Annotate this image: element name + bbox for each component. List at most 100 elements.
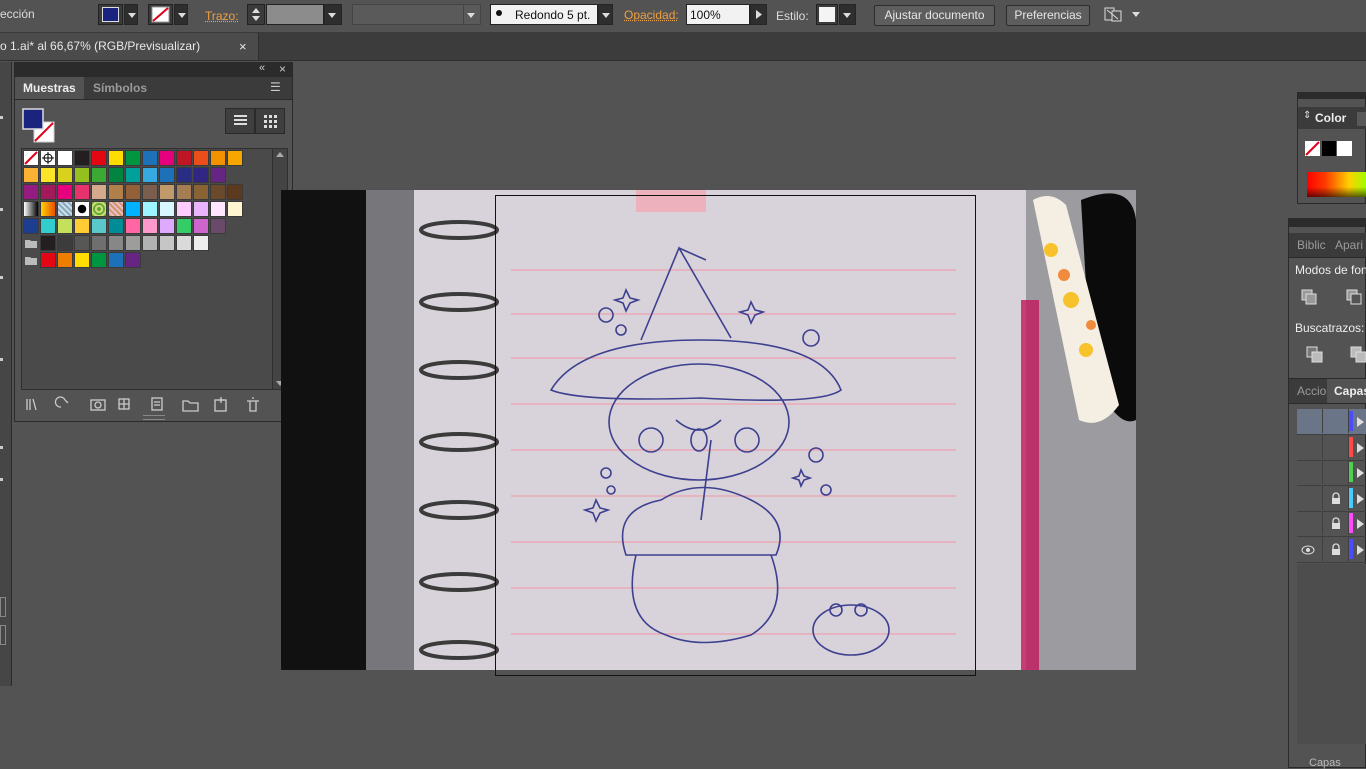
lock-toggle[interactable] <box>1323 460 1349 484</box>
swatch[interactable] <box>57 150 73 166</box>
swatch[interactable] <box>142 167 158 183</box>
swatch[interactable] <box>125 167 141 183</box>
swatch[interactable] <box>210 201 226 217</box>
swatch[interactable] <box>142 201 158 217</box>
layer-row[interactable] <box>1297 486 1366 512</box>
swatch[interactable] <box>125 201 141 217</box>
graphic-style-dropdown[interactable] <box>839 4 856 25</box>
lock-icon[interactable] <box>1331 517 1341 532</box>
variable-width-profile[interactable] <box>352 4 465 25</box>
divide-icon[interactable] <box>1306 346 1326 367</box>
swatch[interactable] <box>142 218 158 234</box>
swatch[interactable] <box>91 184 107 200</box>
swatch[interactable] <box>23 218 39 234</box>
layer-row[interactable] <box>1297 511 1366 537</box>
swatch[interactable] <box>91 167 107 183</box>
tab-swatches[interactable]: Muestras <box>15 77 84 99</box>
swatch-pattern-4[interactable] <box>108 201 124 217</box>
swatch[interactable] <box>193 235 209 251</box>
swatch[interactable] <box>108 150 124 166</box>
expand-triangle-icon[interactable] <box>1357 493 1365 507</box>
swatch[interactable] <box>210 150 226 166</box>
swatch[interactable] <box>108 252 124 268</box>
swatch[interactable] <box>227 150 243 166</box>
swatch[interactable] <box>125 150 141 166</box>
color-spectrum[interactable] <box>1307 172 1366 197</box>
swatch[interactable] <box>142 184 158 200</box>
tab-appearance[interactable]: Apari <box>1335 238 1363 252</box>
visibility-toggle[interactable] <box>1297 537 1323 561</box>
swatch[interactable] <box>108 218 124 234</box>
swatch[interactable] <box>142 150 158 166</box>
swatch[interactable] <box>125 184 141 200</box>
fill-stroke-indicator[interactable] <box>22 108 58 144</box>
swatch[interactable] <box>159 150 175 166</box>
lock-icon[interactable] <box>1331 543 1341 558</box>
swatch-none[interactable] <box>23 150 39 166</box>
swatch[interactable] <box>74 150 90 166</box>
brush-dropdown[interactable] <box>598 4 613 25</box>
swatch[interactable] <box>176 150 192 166</box>
expand-triangle-icon[interactable] <box>1357 416 1365 430</box>
swatch[interactable] <box>57 184 73 200</box>
swatch[interactable] <box>108 184 124 200</box>
swatch[interactable] <box>40 235 56 251</box>
swatch[interactable] <box>57 235 73 251</box>
swatch[interactable] <box>91 235 107 251</box>
swatch[interactable] <box>57 167 73 183</box>
collapse-icon[interactable]: « <box>259 62 265 74</box>
trim-icon[interactable] <box>1350 346 1366 367</box>
stroke-swatch[interactable] <box>148 4 173 25</box>
lock-toggle[interactable] <box>1323 435 1349 459</box>
swatch[interactable] <box>176 235 192 251</box>
lock-toggle[interactable] <box>1323 537 1349 561</box>
swatch[interactable] <box>142 235 158 251</box>
visibility-toggle[interactable] <box>1297 460 1323 484</box>
swatch[interactable] <box>91 150 107 166</box>
visibility-toggle[interactable] <box>1297 511 1323 535</box>
swatch[interactable] <box>193 218 209 234</box>
swatch[interactable] <box>176 201 192 217</box>
panel-expand-icon[interactable]: ⇕ <box>1303 110 1311 121</box>
swatch-registration[interactable] <box>40 150 56 166</box>
opacity-field[interactable]: 100% <box>686 4 750 25</box>
preferences-button[interactable]: Preferencias <box>1006 5 1090 26</box>
swatch[interactable] <box>57 218 73 234</box>
swatch[interactable] <box>176 184 192 200</box>
swatch[interactable] <box>108 235 124 251</box>
color-swatches-row[interactable] <box>1305 141 1365 160</box>
stroke-weight-dropdown[interactable] <box>324 4 342 25</box>
swatch[interactable] <box>91 218 107 234</box>
swatch[interactable] <box>176 218 192 234</box>
expand-triangle-icon[interactable] <box>1357 467 1365 481</box>
arrange-documents-icon[interactable] <box>1104 6 1144 27</box>
lock-toggle[interactable] <box>1323 511 1349 535</box>
swatch-pattern-1[interactable] <box>57 201 73 217</box>
fill-swatch[interactable] <box>98 4 123 25</box>
layer-row[interactable] <box>1297 409 1366 435</box>
tab-libraries[interactable]: Biblic <box>1297 238 1326 252</box>
brush-definition[interactable]: Redondo 5 pt. <box>490 4 598 25</box>
tab-layers[interactable]: Capas <box>1334 384 1366 398</box>
graphic-style-swatch[interactable] <box>816 4 838 25</box>
close-icon[interactable]: × <box>239 33 247 60</box>
swatch[interactable] <box>40 218 56 234</box>
swatch[interactable] <box>159 201 175 217</box>
swatch[interactable] <box>40 252 56 268</box>
color-panel-title[interactable]: Color <box>1315 111 1346 125</box>
minus-front-icon[interactable] <box>1346 289 1364 308</box>
expand-triangle-icon[interactable] <box>1357 442 1365 456</box>
resize-grip[interactable] <box>143 415 165 420</box>
layer-row[interactable] <box>1297 460 1366 486</box>
swatch[interactable] <box>227 201 243 217</box>
swatch[interactable] <box>176 167 192 183</box>
visibility-toggle[interactable] <box>1297 435 1323 459</box>
swatch[interactable] <box>74 218 90 234</box>
lock-icon[interactable] <box>1331 492 1341 507</box>
swatch[interactable] <box>193 201 209 217</box>
stroke-dropdown[interactable] <box>174 4 188 25</box>
swatch[interactable] <box>227 184 243 200</box>
lock-toggle[interactable] <box>1323 409 1349 433</box>
swatch[interactable] <box>74 184 90 200</box>
swatch[interactable] <box>23 184 39 200</box>
